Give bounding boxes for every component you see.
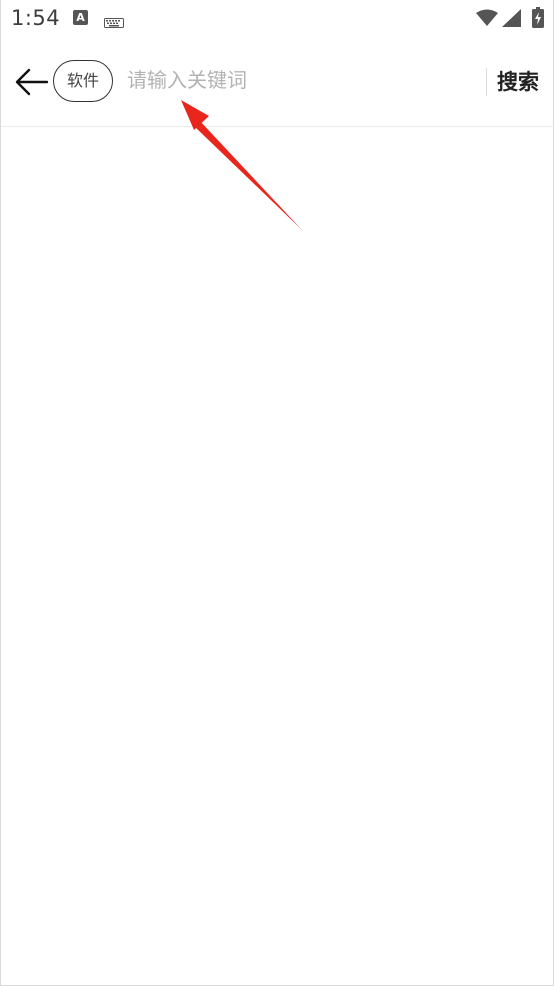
signal-icon <box>502 9 522 31</box>
status-time: 1:54 <box>11 6 61 30</box>
arrow-left-icon <box>15 68 49 96</box>
text-notification-icon: A <box>73 10 88 25</box>
status-bar: 1:54 A <box>1 0 554 40</box>
search-input[interactable] <box>127 60 467 100</box>
search-results-area <box>1 127 553 985</box>
wifi-icon <box>475 9 499 31</box>
back-button[interactable] <box>13 64 51 100</box>
header-divider <box>486 68 487 96</box>
category-selector[interactable]: 软件 <box>53 60 113 102</box>
keyboard-icon <box>104 13 124 32</box>
app-screen: 1:54 A 软件 请输入关键词 搜索 <box>0 0 554 986</box>
search-button[interactable]: 搜索 <box>497 66 539 96</box>
battery-charging-icon <box>532 7 544 32</box>
search-header: 软件 搜索 <box>1 40 554 127</box>
